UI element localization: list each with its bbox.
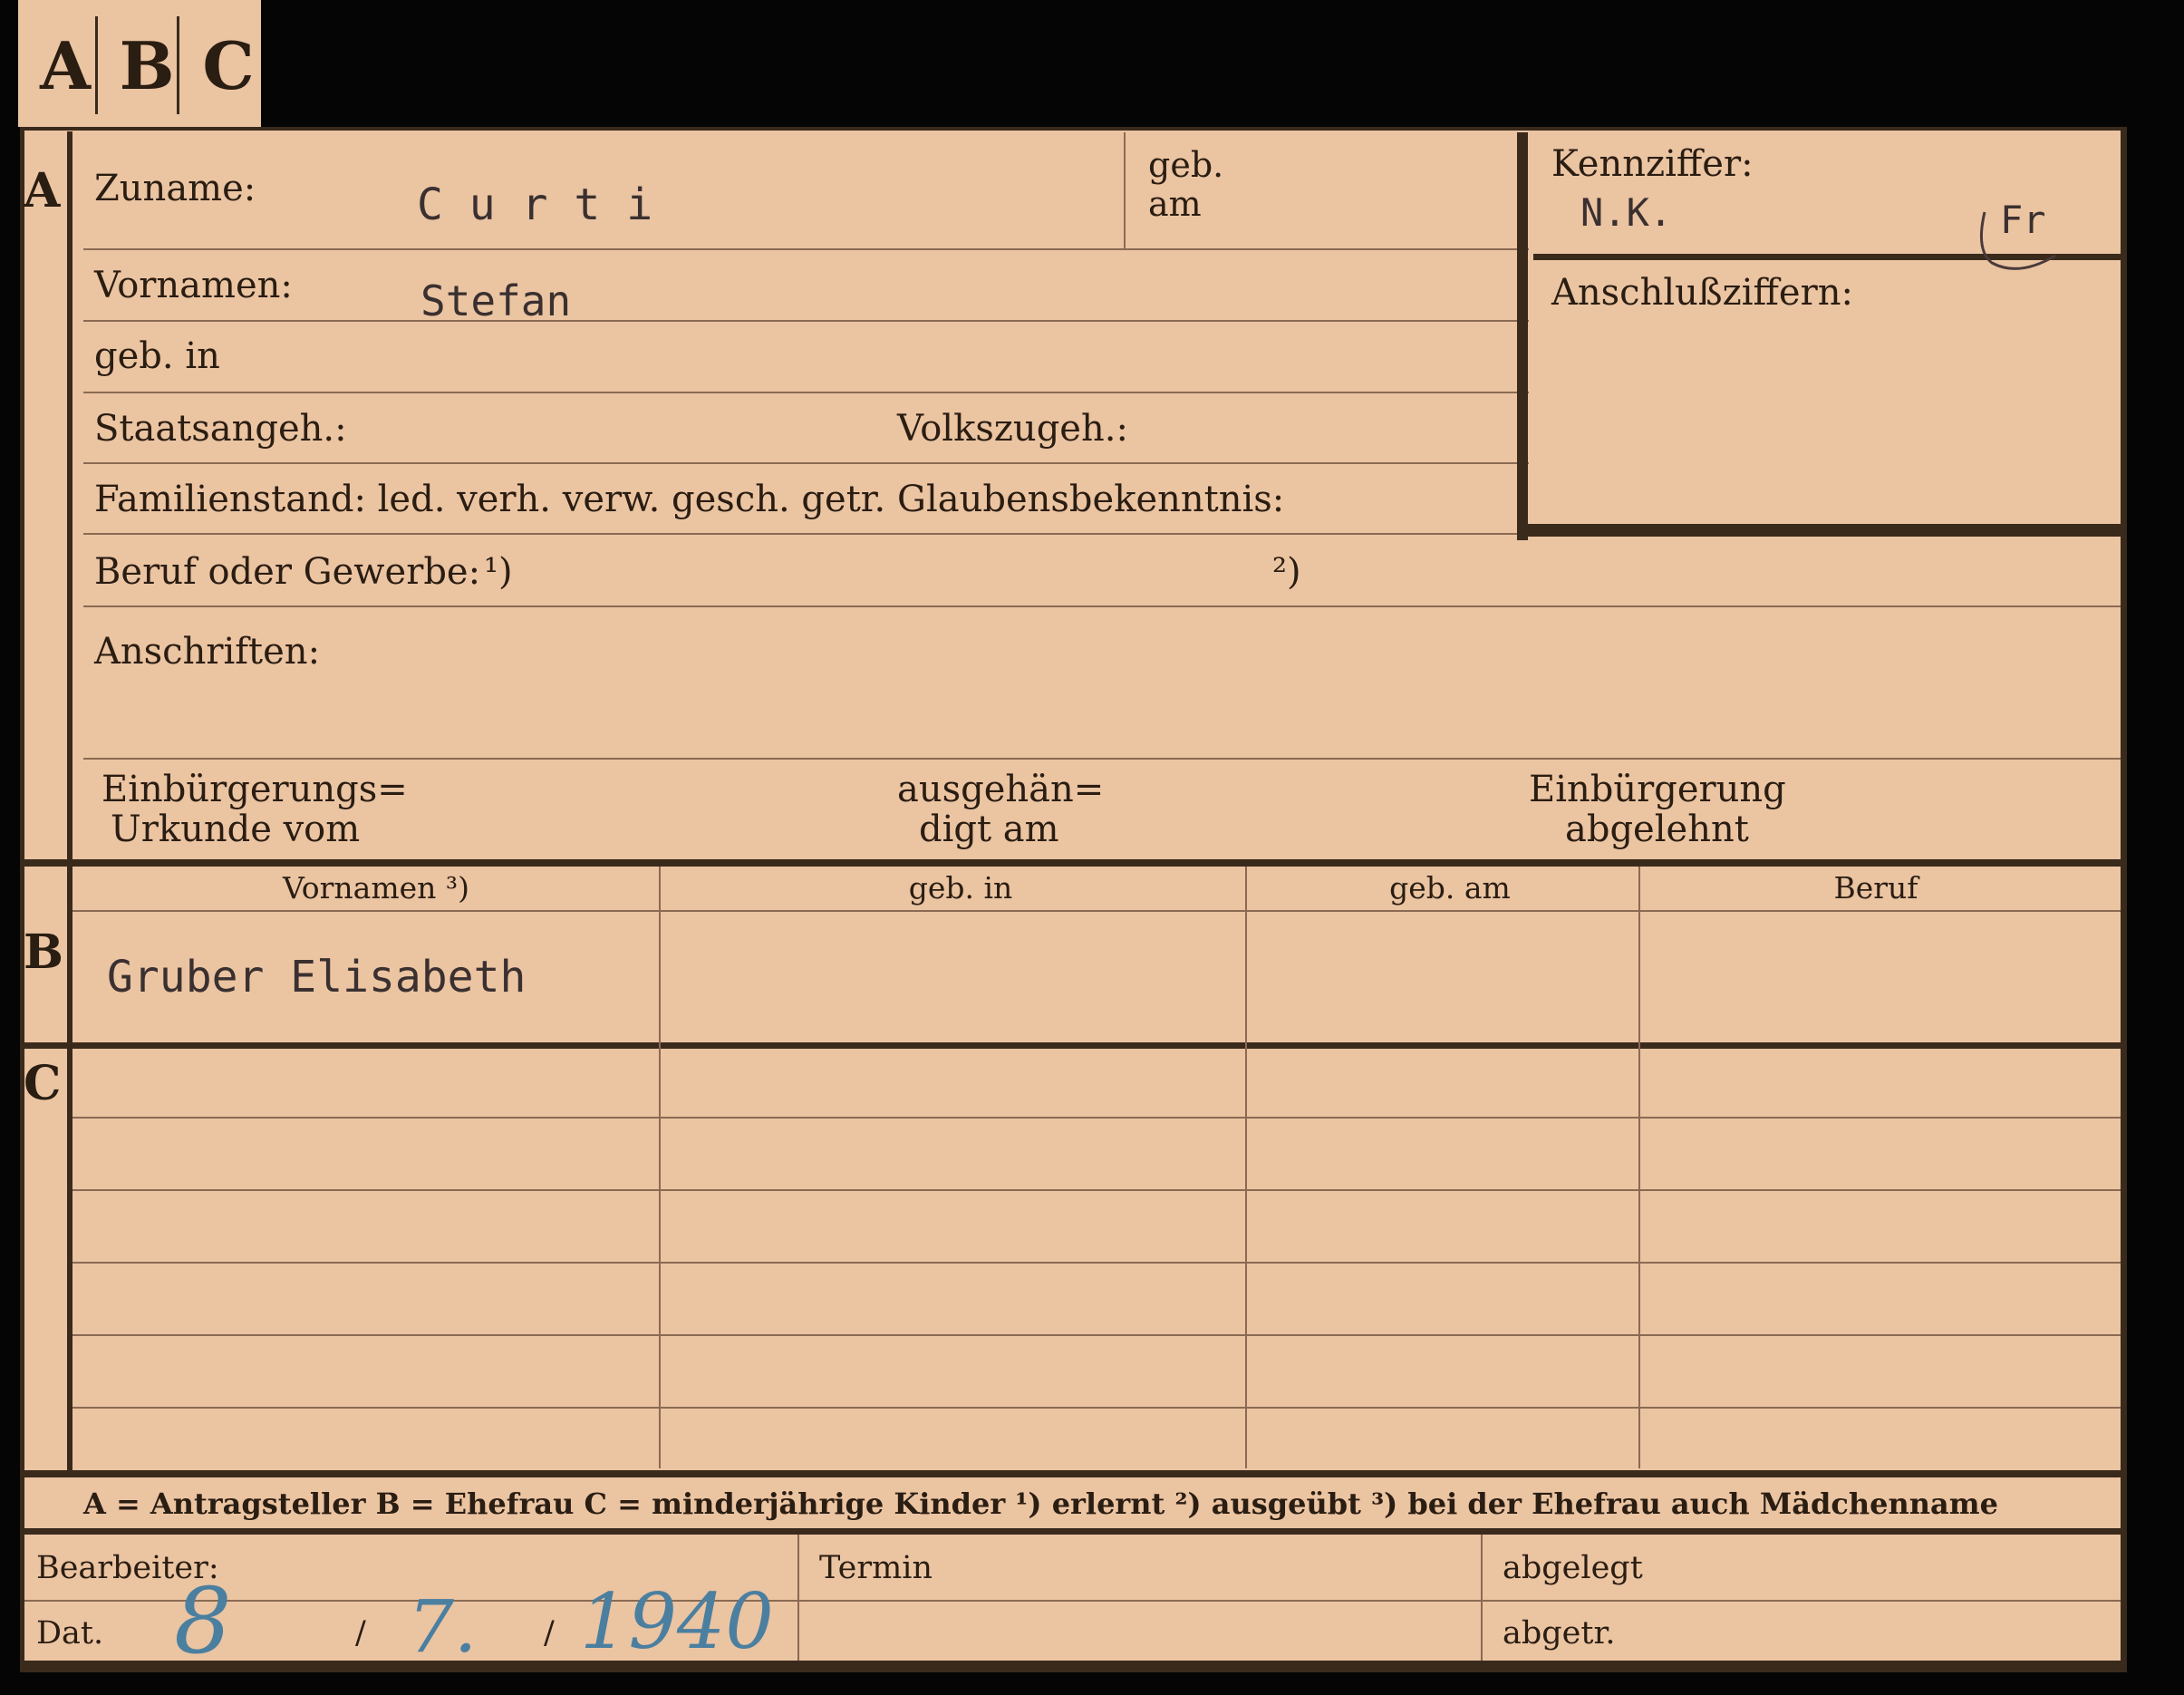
column-divider xyxy=(1638,867,1640,1468)
rule xyxy=(83,533,1533,535)
ehefrau-name-value: Gruber Elisabeth xyxy=(107,952,527,1002)
zuname-value: C u r t i xyxy=(417,179,653,230)
glaubens-label: Glaubensbekenntnis: xyxy=(897,479,1285,520)
tab-letter-b: B xyxy=(119,27,175,104)
column-divider xyxy=(659,867,661,1468)
ausgehaendigt-label-2: digt am xyxy=(919,809,1059,850)
rule xyxy=(72,1407,2121,1409)
kenn-box-left xyxy=(1517,132,1528,540)
section-mark-a: A xyxy=(24,163,61,218)
geb-in-label: geb. in xyxy=(94,335,220,377)
tab-divider xyxy=(95,16,98,114)
abgetr-label: abgetr. xyxy=(1503,1615,1616,1651)
geb-label: geb. xyxy=(1148,145,1224,185)
einbuergerung-label-1: Einbürgerungs= xyxy=(101,769,408,810)
volkszugeh-label: Volkszugeh.: xyxy=(897,408,1128,450)
header-vornamen: Vornamen ³) xyxy=(282,870,470,906)
frame-left xyxy=(20,127,24,1672)
index-tab: A B C xyxy=(18,0,261,127)
rule xyxy=(83,605,2121,607)
kennziffer-value: N.K. xyxy=(1580,190,1673,235)
abgelegt-label: abgelegt xyxy=(1503,1550,1643,1586)
beruf-label: Beruf oder Gewerbe: xyxy=(94,551,481,593)
section-rule-ab xyxy=(20,859,2127,867)
tab-letter-c: C xyxy=(202,27,255,104)
footer-divider xyxy=(797,1535,799,1661)
vornamen-value: Stefan xyxy=(420,276,572,325)
date-month-handwritten: 7. xyxy=(408,1584,478,1669)
familienstand-label: Familienstand: led. verh. verw. gesch. g… xyxy=(94,479,886,520)
header-beruf: Beruf xyxy=(1833,870,1918,906)
einbuergerung-abgelehnt-label-2: abgelehnt xyxy=(1565,809,1749,850)
legend-rule-bottom xyxy=(20,1528,2127,1535)
einbuergerung-label-2: Urkunde vom xyxy=(111,809,361,850)
header-geb-am: geb. am xyxy=(1389,870,1511,906)
frame-right xyxy=(2121,127,2127,1672)
date-year-handwritten: 1940 xyxy=(580,1577,774,1666)
am-label: am xyxy=(1148,184,1202,224)
anschriften-label: Anschriften: xyxy=(94,631,321,673)
dat-label: Dat. xyxy=(36,1615,104,1651)
rule xyxy=(83,392,1529,393)
termin-label: Termin xyxy=(819,1550,933,1586)
header-geb-in: geb. in xyxy=(908,870,1013,906)
rule xyxy=(72,1262,2121,1264)
staatsangeh-label: Staatsangeh.: xyxy=(94,408,347,450)
section-rule-bc xyxy=(20,1042,2127,1049)
rule xyxy=(83,248,1529,250)
rule xyxy=(83,320,1529,322)
registration-card: A B C Zuname: C u r t i geb. am Vornamen… xyxy=(20,127,2127,1674)
anschluss-label: Anschlußziffern: xyxy=(1551,272,1853,314)
rule xyxy=(72,1189,2121,1191)
beruf-note1: ¹) xyxy=(484,551,513,593)
vornamen-label: Vornamen: xyxy=(94,265,293,306)
zuname-label: Zuname: xyxy=(94,168,256,209)
kennziffer-label: Kennziffer: xyxy=(1551,143,1754,185)
geb-divider xyxy=(1124,132,1126,248)
einbuergerung-abgelehnt-label-1: Einbürgerung xyxy=(1529,769,1786,810)
legend-rule-top xyxy=(20,1470,2127,1477)
legend-text: A = Antragsteller B = Ehefrau C = minder… xyxy=(83,1487,1998,1521)
ausgehaendigt-label-1: ausgehän= xyxy=(897,769,1105,810)
column-divider xyxy=(1245,867,1247,1468)
section-column-divider xyxy=(67,131,72,1477)
beruf-note2: ²) xyxy=(1272,551,1301,593)
rule xyxy=(72,1117,2121,1119)
pencil-hook-mark xyxy=(1979,211,2056,270)
footer-divider xyxy=(1481,1535,1483,1661)
kenn-box-bottom xyxy=(1517,524,2121,537)
date-day-handwritten: 8 xyxy=(174,1568,232,1674)
tab-divider xyxy=(177,16,179,114)
section-mark-c: C xyxy=(24,1056,62,1111)
section-mark-b: B xyxy=(24,925,63,980)
rule xyxy=(72,910,2121,912)
date-separator: / xyxy=(355,1615,366,1651)
rule xyxy=(72,1334,2121,1336)
rule xyxy=(83,462,1529,464)
rule xyxy=(24,1600,2121,1602)
tab-letter-a: A xyxy=(40,27,91,104)
frame-top xyxy=(20,127,2127,131)
frame-bottom xyxy=(20,1661,2127,1672)
rule xyxy=(83,758,2121,760)
date-separator: / xyxy=(544,1615,555,1651)
